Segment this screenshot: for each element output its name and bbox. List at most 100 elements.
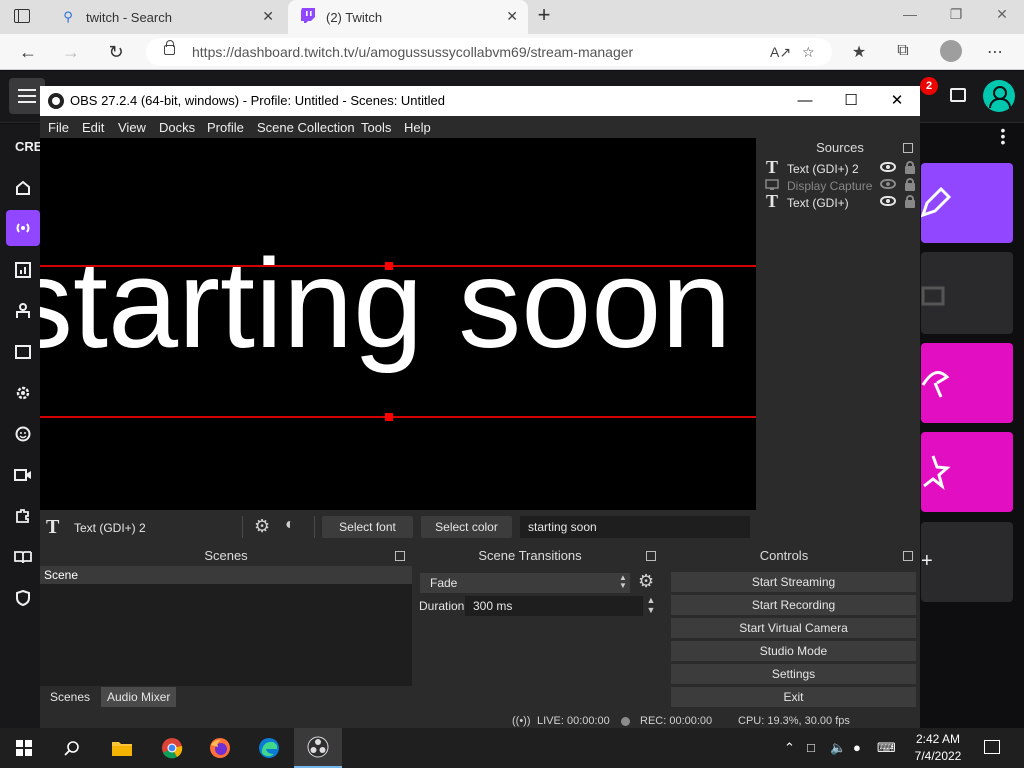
network-icon[interactable]: □ (807, 740, 815, 755)
clock-date[interactable]: 7/4/2022 (904, 749, 972, 763)
user-avatar[interactable] (983, 80, 1015, 112)
restore-icon[interactable]: ❐ (944, 6, 968, 26)
read-aloud-icon[interactable]: A↗ (770, 44, 791, 61)
extensions-icon[interactable] (6, 498, 40, 534)
transition-select[interactable]: Fade (420, 573, 630, 593)
tab-audio-mixer[interactable]: Audio Mixer (101, 687, 177, 707)
settings-button[interactable]: Settings (671, 664, 916, 684)
studio-mode-button[interactable]: Studio Mode (671, 641, 916, 661)
start-recording-button[interactable]: Start Recording (671, 595, 916, 615)
filters-icon[interactable]: ◐ (285, 516, 295, 534)
float-dock-icon[interactable] (903, 143, 913, 153)
menu-file[interactable]: File (48, 120, 69, 135)
text-value-input[interactable]: starting soon (520, 516, 750, 538)
lock-icon[interactable] (905, 178, 915, 191)
source-row[interactable]: T Text (GDI+) (760, 192, 920, 211)
source-row[interactable]: T Text (GDI+) 2 (760, 158, 920, 177)
visibility-hidden-icon[interactable] (880, 179, 896, 189)
lock-icon[interactable] (905, 195, 915, 208)
back-icon[interactable]: ← (17, 41, 39, 63)
properties-gear-icon[interactable]: ⚙ (254, 516, 270, 537)
more-options-icon[interactable]: • • • (998, 123, 1008, 149)
quick-action-star-tile[interactable] (921, 432, 1013, 512)
preview-canvas[interactable]: starting soon (40, 138, 756, 510)
profile-avatar[interactable] (940, 40, 962, 62)
source-row[interactable]: Display Capture (760, 177, 920, 194)
firefox-icon[interactable] (196, 728, 244, 768)
file-explorer-icon[interactable] (98, 728, 146, 768)
exit-button[interactable]: Exit (671, 687, 916, 707)
scene-item[interactable]: Scene (40, 566, 412, 584)
favorites-icon[interactable]: ★ (848, 42, 870, 62)
forward-icon[interactable]: → (60, 41, 82, 63)
close-window-icon[interactable]: ✕ (990, 6, 1014, 26)
more-icon[interactable]: ⋯ (984, 42, 1006, 62)
float-dock-icon[interactable] (646, 551, 656, 561)
collections-icon[interactable]: ⧉ (892, 42, 914, 62)
lock-icon[interactable] (905, 161, 915, 174)
broadcast-icon[interactable] (6, 210, 40, 246)
menu-view[interactable]: View (118, 120, 146, 135)
start-streaming-button[interactable]: Start Streaming (671, 572, 916, 592)
emotes-icon[interactable] (6, 416, 40, 452)
float-dock-icon[interactable] (903, 551, 913, 561)
resize-handle-top[interactable] (385, 262, 393, 270)
clock-time[interactable]: 2:42 AM (904, 732, 972, 746)
learn-icon[interactable] (6, 539, 40, 575)
start-virtual-camera-button[interactable]: Start Virtual Camera (671, 618, 916, 638)
menu-profile[interactable]: Profile (207, 120, 244, 135)
controls-title: Controls (668, 546, 900, 566)
safety-icon[interactable] (6, 580, 40, 616)
menu-help[interactable]: Help (404, 120, 431, 135)
menu-tools[interactable]: Tools (361, 120, 391, 135)
analytics-icon[interactable] (6, 252, 40, 288)
resize-handle-bottom[interactable] (385, 413, 393, 421)
tab-actions-icon[interactable] (14, 9, 30, 23)
close-tab-icon[interactable]: ✕ (506, 8, 518, 25)
select-font-button[interactable]: Select font (322, 516, 413, 538)
visibility-icon[interactable] (880, 162, 896, 172)
quick-action-raid-tile[interactable] (921, 343, 1013, 423)
home-icon[interactable] (6, 170, 40, 206)
close-tab-icon[interactable]: ✕ (262, 8, 274, 25)
show-hidden-icons-icon[interactable]: ⌃ (784, 740, 795, 756)
chrome-icon[interactable] (148, 728, 196, 768)
transition-gear-icon[interactable]: ⚙ (638, 571, 654, 592)
select-color-button[interactable]: Select color (421, 516, 512, 538)
community-icon[interactable] (6, 293, 40, 329)
duration-input[interactable]: 300 ms (465, 596, 643, 616)
refresh-icon[interactable]: ↻ (105, 41, 127, 63)
search-icon[interactable] (48, 728, 96, 768)
add-favorite-icon[interactable]: ☆ (802, 44, 815, 61)
settings-icon[interactable] (6, 375, 40, 411)
video-icon[interactable] (6, 457, 40, 493)
volume-icon[interactable]: 🔈 (830, 740, 846, 756)
notifications-icon[interactable] (984, 740, 1000, 754)
microphone-icon[interactable]: ● (853, 740, 861, 755)
address-bar[interactable]: https://dashboard.twitch.tv/u/amogussuss… (146, 38, 832, 66)
obs-minimize-icon[interactable]: — (790, 90, 820, 112)
keyboard-icon[interactable]: ⌨ (877, 740, 896, 756)
minimize-icon[interactable]: — (898, 6, 922, 26)
windows-start-icon[interactable] (16, 740, 32, 756)
menu-scene-collection[interactable]: Scene Collection (257, 120, 355, 135)
tab-twitch-search[interactable]: ⚲ twitch - Search ✕ (48, 0, 284, 34)
duration-stepper[interactable]: ▲ ▼ (644, 595, 658, 617)
float-dock-icon[interactable] (395, 551, 405, 561)
obs-icon[interactable] (294, 728, 342, 768)
whispers-icon[interactable] (950, 88, 966, 102)
content-icon[interactable] (6, 334, 40, 370)
obs-close-icon[interactable]: ✕ (882, 90, 912, 112)
visibility-icon[interactable] (880, 196, 896, 206)
menu-edit[interactable]: Edit (82, 120, 104, 135)
tab-scenes[interactable]: Scenes (44, 687, 97, 707)
quick-action-clip-tile[interactable] (921, 252, 1013, 334)
quick-action-add-tile[interactable]: + (921, 522, 1013, 602)
quick-action-edit-tile[interactable] (921, 163, 1013, 243)
menu-docks[interactable]: Docks (159, 120, 195, 135)
plus-icon: + (921, 550, 933, 572)
new-tab-button[interactable]: + (532, 4, 556, 28)
tab-twitch[interactable]: (2) Twitch ✕ (288, 0, 528, 34)
edge-icon[interactable] (245, 728, 293, 768)
obs-maximize-icon[interactable]: ☐ (836, 90, 866, 112)
